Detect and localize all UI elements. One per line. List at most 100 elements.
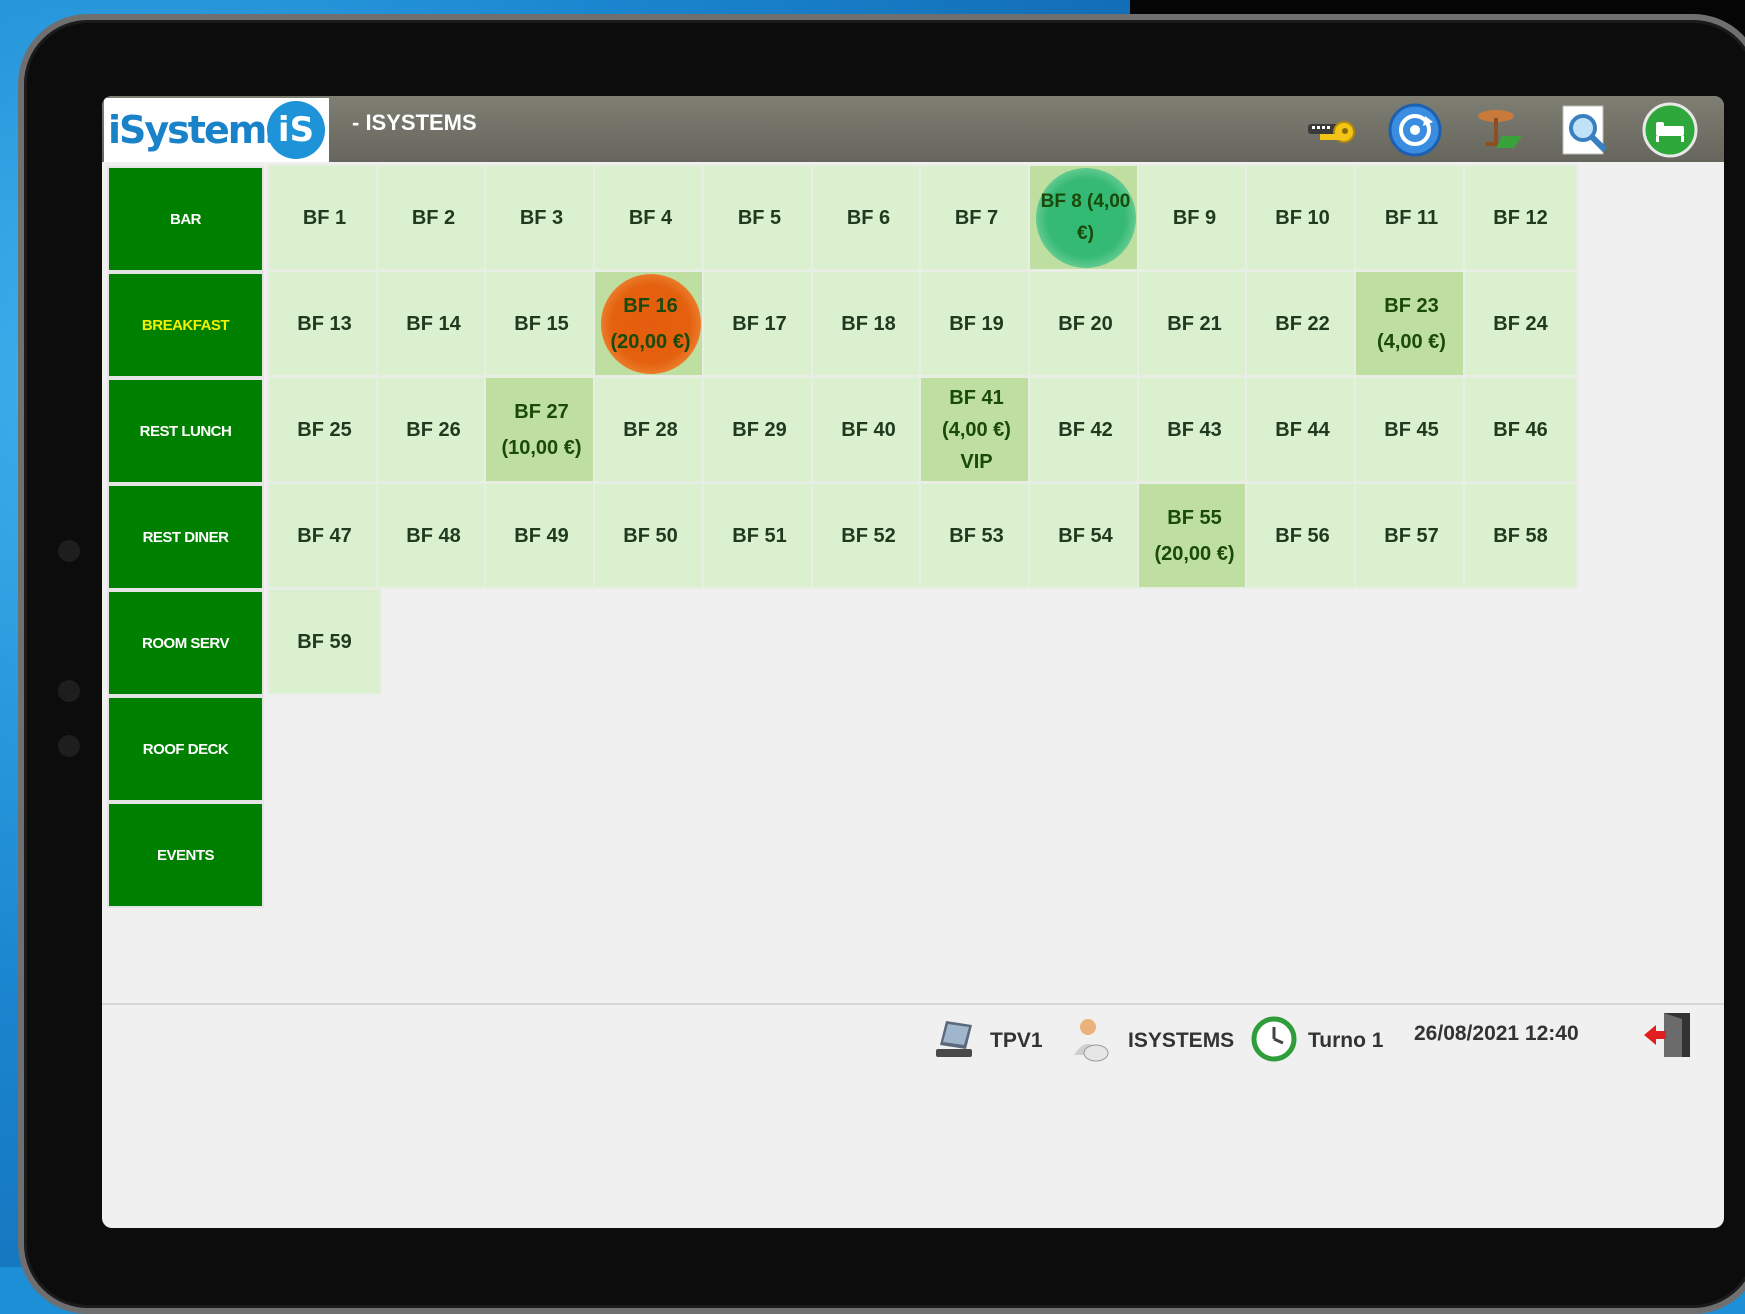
table-bf-24[interactable]: BF 24 — [1463, 270, 1578, 377]
table-bf-48[interactable]: BF 48 — [376, 482, 491, 589]
table-bf-42[interactable]: BF 42 — [1028, 376, 1143, 483]
table-bf-2[interactable]: BF 2 — [376, 164, 491, 271]
table-label: BF 49 — [514, 524, 569, 547]
table-bf-13[interactable]: BF 13 — [267, 270, 382, 377]
table-bf-18[interactable]: BF 18 — [811, 270, 926, 377]
key-icon[interactable] — [1302, 102, 1358, 158]
table-bf-55[interactable]: BF 55 (20,00 €) — [1137, 482, 1252, 589]
sidebar-item-rest-diner[interactable]: REST DINER — [107, 484, 264, 590]
table-label: BF 50 — [623, 524, 678, 547]
table-icon[interactable] — [1472, 102, 1528, 158]
table-bf-8400[interactable]: BF 8 (4,00 €) — [1028, 164, 1143, 271]
table-bf-51[interactable]: BF 51 — [702, 482, 817, 589]
bed-icon[interactable] — [1642, 102, 1698, 158]
sidebar-item-breakfast[interactable]: BREAKFAST — [107, 272, 264, 378]
table-bf-28[interactable]: BF 28 — [593, 376, 708, 483]
table-bf-29[interactable]: BF 29 — [702, 376, 817, 483]
camera-dot — [58, 735, 80, 757]
sidebar-item-roof-deck[interactable]: ROOF DECK — [107, 696, 264, 802]
sidebar-item-rest-lunch[interactable]: REST LUNCH — [107, 378, 264, 484]
app-header: iSystems iS - ISYSTEMS — [102, 96, 1724, 162]
table-bf-40[interactable]: BF 40 — [811, 376, 926, 483]
table-label: BF 57 — [1384, 524, 1439, 547]
table-bf-23[interactable]: BF 23 (4,00 €) — [1354, 270, 1469, 377]
table-label: BF 11 — [1384, 206, 1439, 229]
shift-indicator: Turno 1 — [1250, 1016, 1383, 1066]
table-bf-10[interactable]: BF 10 — [1245, 164, 1360, 271]
table-label: BF 4 — [628, 206, 673, 229]
exit-icon — [1642, 1009, 1694, 1066]
table-label: BF 53 — [949, 524, 1004, 547]
table-bf-26[interactable]: BF 26 — [376, 376, 491, 483]
table-bf-54[interactable]: BF 54 — [1028, 482, 1143, 589]
table-bf-20[interactable]: BF 20 — [1028, 270, 1143, 377]
table-label: BF 22 — [1275, 312, 1330, 335]
table-bf-1[interactable]: BF 1 — [267, 164, 382, 271]
table-bf-11[interactable]: BF 11 — [1354, 164, 1469, 271]
exit-button[interactable] — [1642, 1012, 1694, 1062]
table-bf-14[interactable]: BF 14 — [376, 270, 491, 377]
sidebar-item-label: BREAKFAST — [141, 316, 230, 334]
table-label: BF 28 — [623, 418, 678, 441]
terminal-indicator: TPV1 — [932, 1016, 1043, 1066]
loop-icon[interactable] — [1387, 102, 1443, 158]
app-screen: iSystems iS - ISYSTEMS BAR BREAKFAST RES… — [102, 96, 1724, 1228]
table-label: BF 27 (10,00 €) — [501, 400, 582, 459]
table-bf-22[interactable]: BF 22 — [1245, 270, 1360, 377]
table-label: BF 42 — [1058, 418, 1113, 441]
table-bf-49[interactable]: BF 49 — [484, 482, 599, 589]
table-label: BF 40 — [841, 418, 896, 441]
sidebar-item-label: EVENTS — [156, 846, 215, 864]
search-icon[interactable] — [1557, 102, 1613, 158]
table-bf-25[interactable]: BF 25 — [267, 376, 382, 483]
table-bf-15[interactable]: BF 15 — [484, 270, 599, 377]
table-bf-4[interactable]: BF 4 — [593, 164, 708, 271]
table-bf-7[interactable]: BF 7 — [919, 164, 1034, 271]
table-bf-56[interactable]: BF 56 — [1245, 482, 1360, 589]
table-bf-5[interactable]: BF 5 — [702, 164, 817, 271]
user-icon — [1070, 1015, 1114, 1068]
table-bf-50[interactable]: BF 50 — [593, 482, 708, 589]
table-bf-59[interactable]: BF 59 — [267, 588, 382, 695]
table-label: BF 25 — [297, 418, 352, 441]
table-bf-58[interactable]: BF 58 — [1463, 482, 1578, 589]
table-label: BF 17 — [732, 312, 787, 335]
table-bf-45[interactable]: BF 45 — [1354, 376, 1469, 483]
table-bf-53[interactable]: BF 53 — [919, 482, 1034, 589]
table-label: BF 1 — [302, 206, 347, 229]
table-bf-57[interactable]: BF 57 — [1354, 482, 1469, 589]
table-label: BF 52 — [841, 524, 896, 547]
table-bf-17[interactable]: BF 17 — [702, 270, 817, 377]
table-label: BF 18 — [841, 312, 896, 335]
table-bf-6[interactable]: BF 6 — [811, 164, 926, 271]
sidebar-item-room-serv[interactable]: ROOM SERV — [107, 590, 264, 696]
table-bf-46[interactable]: BF 46 — [1463, 376, 1578, 483]
table-bf-41[interactable]: BF 41 (4,00 €) VIP — [919, 376, 1034, 483]
table-bf-19[interactable]: BF 19 — [919, 270, 1034, 377]
table-bf-27[interactable]: BF 27 (10,00 €) — [484, 376, 599, 483]
clock-icon — [1250, 1015, 1298, 1068]
table-label: BF 56 — [1275, 524, 1330, 547]
table-label: BF 54 — [1058, 524, 1113, 547]
table-bf-44[interactable]: BF 44 — [1245, 376, 1360, 483]
table-label: BF 48 — [406, 524, 461, 547]
table-bf-16[interactable]: BF 16 (20,00 €) — [593, 270, 708, 377]
table-label: BF 15 — [514, 312, 569, 335]
sidebar-item-label: REST LUNCH — [139, 422, 232, 440]
user-indicator: ISYSTEMS — [1070, 1016, 1234, 1066]
sidebar-item-bar[interactable]: BAR — [107, 166, 264, 272]
table-bf-43[interactable]: BF 43 — [1137, 376, 1252, 483]
logo: iSystems iS — [104, 98, 329, 162]
footer-divider — [102, 1003, 1724, 1005]
sidebar-item-events[interactable]: EVENTS — [107, 802, 264, 908]
sidebar-item-label: ROOF DECK — [142, 740, 229, 758]
table-bf-3[interactable]: BF 3 — [484, 164, 599, 271]
table-bf-9[interactable]: BF 9 — [1137, 164, 1252, 271]
table-bf-47[interactable]: BF 47 — [267, 482, 382, 589]
table-label: BF 16 (20,00 €) — [610, 294, 691, 353]
table-label: BF 20 — [1058, 312, 1113, 335]
sidebar-item-label: ROOM SERV — [142, 634, 229, 652]
table-bf-12[interactable]: BF 12 — [1463, 164, 1578, 271]
table-bf-52[interactable]: BF 52 — [811, 482, 926, 589]
table-bf-21[interactable]: BF 21 — [1137, 270, 1252, 377]
